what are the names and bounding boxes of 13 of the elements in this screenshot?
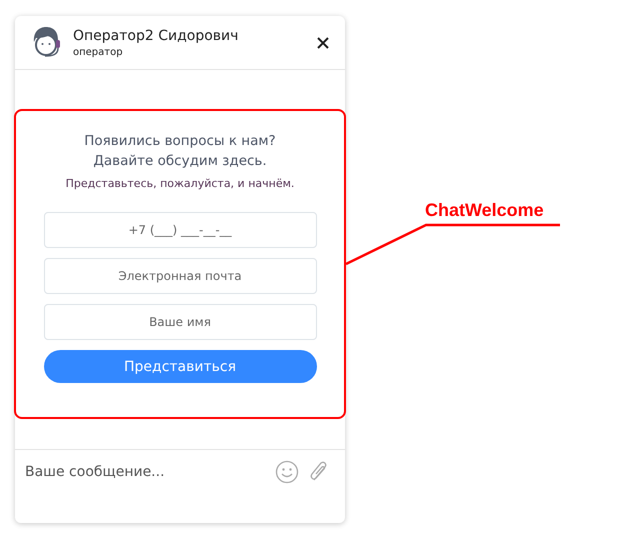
operator-role: оператор	[73, 46, 124, 58]
submit-button[interactable]: Представиться	[44, 350, 316, 383]
input-field[interactable]: Электронная почта	[44, 258, 316, 294]
input-field[interactable]: Ваше имя	[44, 304, 316, 340]
operator-avatar-icon	[31, 26, 61, 60]
operator-name: Оператор2 Сидорович	[73, 28, 240, 44]
welcome-title: Появились вопросы к нам? Давайте обсудим здесь.	[83, 132, 277, 171]
close-icon	[317, 36, 329, 48]
annotation-label: ChatWelcome	[425, 200, 544, 221]
welcome-subtitle: Представьтесь, пожалуйста, и начнём.	[66, 177, 294, 190]
input-field[interactable]: +7 (___) ___-__-__	[44, 212, 316, 248]
smiley-icon[interactable]	[275, 460, 299, 484]
close-button[interactable]	[315, 34, 331, 50]
